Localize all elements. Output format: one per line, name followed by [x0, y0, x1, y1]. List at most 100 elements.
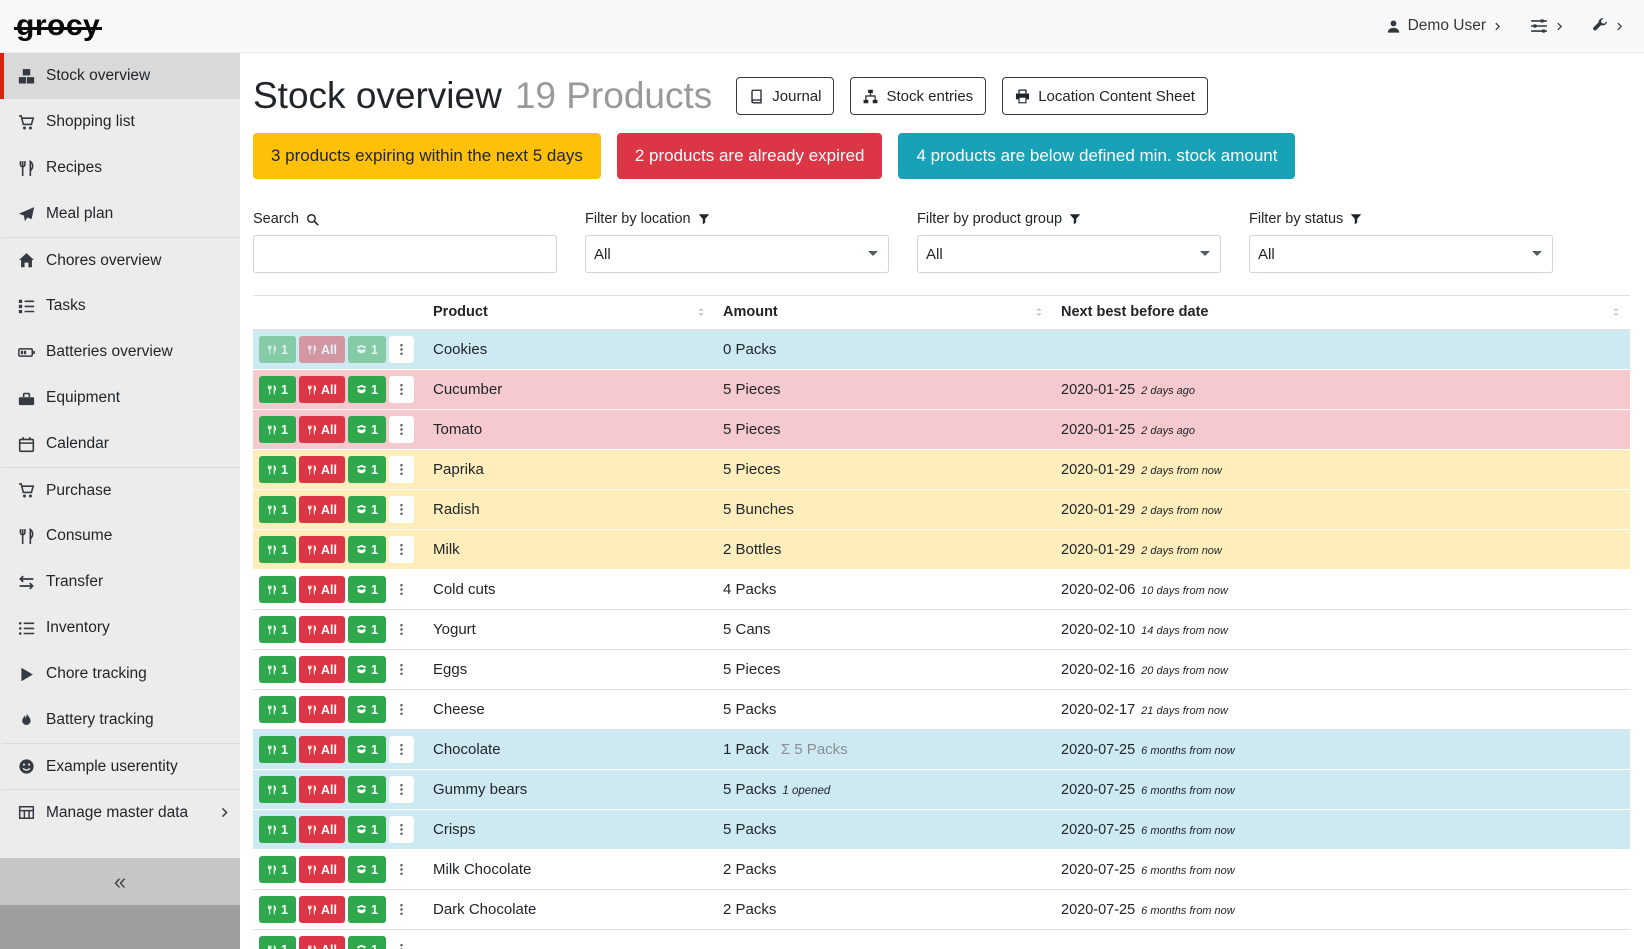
open-one-button[interactable]: 1 — [348, 696, 386, 723]
sidebar-item-consume[interactable]: Consume — [0, 513, 240, 559]
product-group-filter-select[interactable]: All — [917, 235, 1221, 273]
consume-all-button[interactable]: All — [299, 816, 345, 843]
product-cell[interactable]: Gummy bears — [425, 770, 715, 810]
row-menu-button[interactable] — [389, 576, 414, 603]
row-menu-button[interactable] — [389, 856, 414, 883]
consume-all-button[interactable]: All — [299, 896, 345, 923]
consume-one-button[interactable]: 1 — [259, 896, 296, 923]
open-one-button[interactable]: 1 — [348, 496, 386, 523]
row-menu-button[interactable] — [389, 736, 414, 763]
open-one-button[interactable]: 1 — [348, 616, 386, 643]
product-cell[interactable]: Chocolate — [425, 730, 715, 770]
open-one-button[interactable]: 1 — [348, 816, 386, 843]
sidebar-item-batteries-overview[interactable]: Batteries overview — [0, 329, 240, 375]
row-menu-button[interactable] — [389, 656, 414, 683]
sidebar-item-stock-overview[interactable]: Stock overview — [0, 53, 240, 99]
row-menu-button[interactable] — [389, 776, 414, 803]
sidebar-item-chores-overview[interactable]: Chores overview — [0, 237, 240, 283]
product-cell[interactable]: Cold cuts — [425, 570, 715, 610]
app-logo[interactable]: grocy — [16, 11, 100, 41]
product-cell[interactable]: Radish — [425, 490, 715, 530]
row-menu-button[interactable] — [389, 376, 414, 403]
consume-one-button[interactable]: 1 — [259, 576, 296, 603]
consume-all-button[interactable]: All — [299, 496, 345, 523]
consume-all-button[interactable]: All — [299, 456, 345, 483]
consume-one-button[interactable]: 1 — [259, 776, 296, 803]
open-one-button[interactable]: 1 — [348, 856, 386, 883]
consume-one-button[interactable]: 1 — [259, 856, 296, 883]
product-cell[interactable]: Tomato — [425, 410, 715, 450]
row-menu-button[interactable] — [389, 336, 414, 363]
consume-one-button[interactable]: 1 — [259, 456, 296, 483]
settings-menu[interactable] — [1530, 17, 1564, 35]
sidebar-item-recipes[interactable]: Recipes — [0, 145, 240, 191]
open-one-button[interactable]: 1 — [348, 336, 386, 363]
consume-one-button[interactable]: 1 — [259, 696, 296, 723]
consume-all-button[interactable]: All — [299, 536, 345, 563]
row-menu-button[interactable] — [389, 536, 414, 563]
open-one-button[interactable]: 1 — [348, 536, 386, 563]
consume-one-button[interactable]: 1 — [259, 936, 296, 949]
sidebar-item-battery-tracking[interactable]: Battery tracking — [0, 697, 240, 743]
sidebar-item-calendar[interactable]: Calendar — [0, 421, 240, 467]
sidebar-item-shopping-list[interactable]: Shopping list — [0, 99, 240, 145]
row-menu-button[interactable] — [389, 816, 414, 843]
alert-expiring-button[interactable]: 3 products expiring within the next 5 da… — [253, 133, 601, 179]
product-cell[interactable]: Cheese — [425, 690, 715, 730]
open-one-button[interactable]: 1 — [348, 416, 386, 443]
sidebar-collapse-button[interactable]: « — [0, 858, 240, 905]
status-filter-select[interactable]: All — [1249, 235, 1553, 273]
sidebar-item-purchase[interactable]: Purchase — [0, 467, 240, 513]
sidebar-item-transfer[interactable]: Transfer — [0, 559, 240, 605]
tools-menu[interactable] — [1592, 18, 1624, 34]
product-cell[interactable]: Dark Chocolate — [425, 890, 715, 930]
consume-one-button[interactable]: 1 — [259, 816, 296, 843]
open-one-button[interactable]: 1 — [348, 936, 386, 949]
product-cell[interactable]: Yogurt — [425, 610, 715, 650]
consume-all-button[interactable]: All — [299, 856, 345, 883]
product-cell[interactable]: Cookies — [425, 330, 715, 370]
column-next-best-before-date[interactable]: Next best before date — [1053, 296, 1630, 330]
consume-all-button[interactable]: All — [299, 416, 345, 443]
location-content-sheet-button[interactable]: Location Content Sheet — [1002, 77, 1208, 115]
journal-button[interactable]: Journal — [736, 77, 834, 115]
product-cell[interactable]: Paprika — [425, 450, 715, 490]
row-menu-button[interactable] — [389, 496, 414, 523]
stock-entries-button[interactable]: Stock entries — [850, 77, 986, 115]
alert-below-min-button[interactable]: 4 products are below defined min. stock … — [898, 133, 1295, 179]
row-menu-button[interactable] — [389, 896, 414, 923]
consume-all-button[interactable]: All — [299, 616, 345, 643]
product-cell[interactable]: Milk — [425, 530, 715, 570]
consume-one-button[interactable]: 1 — [259, 336, 296, 363]
row-menu-button[interactable] — [389, 416, 414, 443]
open-one-button[interactable]: 1 — [348, 896, 386, 923]
consume-all-button[interactable]: All — [299, 936, 345, 949]
consume-all-button[interactable]: All — [299, 776, 345, 803]
consume-one-button[interactable]: 1 — [259, 416, 296, 443]
sidebar-item-meal-plan[interactable]: Meal plan — [0, 191, 240, 237]
open-one-button[interactable]: 1 — [348, 376, 386, 403]
consume-all-button[interactable]: All — [299, 656, 345, 683]
column-amount[interactable]: Amount — [715, 296, 1053, 330]
sidebar-item-inventory[interactable]: Inventory — [0, 605, 240, 651]
open-one-button[interactable]: 1 — [348, 736, 386, 763]
consume-one-button[interactable]: 1 — [259, 496, 296, 523]
consume-one-button[interactable]: 1 — [259, 376, 296, 403]
consume-one-button[interactable]: 1 — [259, 616, 296, 643]
consume-all-button[interactable]: All — [299, 336, 345, 363]
consume-all-button[interactable]: All — [299, 576, 345, 603]
location-filter-select[interactable]: All — [585, 235, 889, 273]
user-menu[interactable]: Demo User — [1386, 17, 1502, 35]
consume-all-button[interactable]: All — [299, 736, 345, 763]
product-cell[interactable]: Milk Chocolate — [425, 850, 715, 890]
consume-one-button[interactable]: 1 — [259, 536, 296, 563]
sidebar-item-chore-tracking[interactable]: Chore tracking — [0, 651, 240, 697]
sidebar-item-manage-master-data[interactable]: Manage master data — [0, 789, 240, 835]
row-menu-button[interactable] — [389, 696, 414, 723]
sidebar-item-equipment[interactable]: Equipment — [0, 375, 240, 421]
column-product[interactable]: Product — [425, 296, 715, 330]
row-menu-button[interactable] — [389, 616, 414, 643]
sidebar-item-tasks[interactable]: Tasks — [0, 283, 240, 329]
consume-all-button[interactable]: All — [299, 376, 345, 403]
row-menu-button[interactable] — [389, 456, 414, 483]
